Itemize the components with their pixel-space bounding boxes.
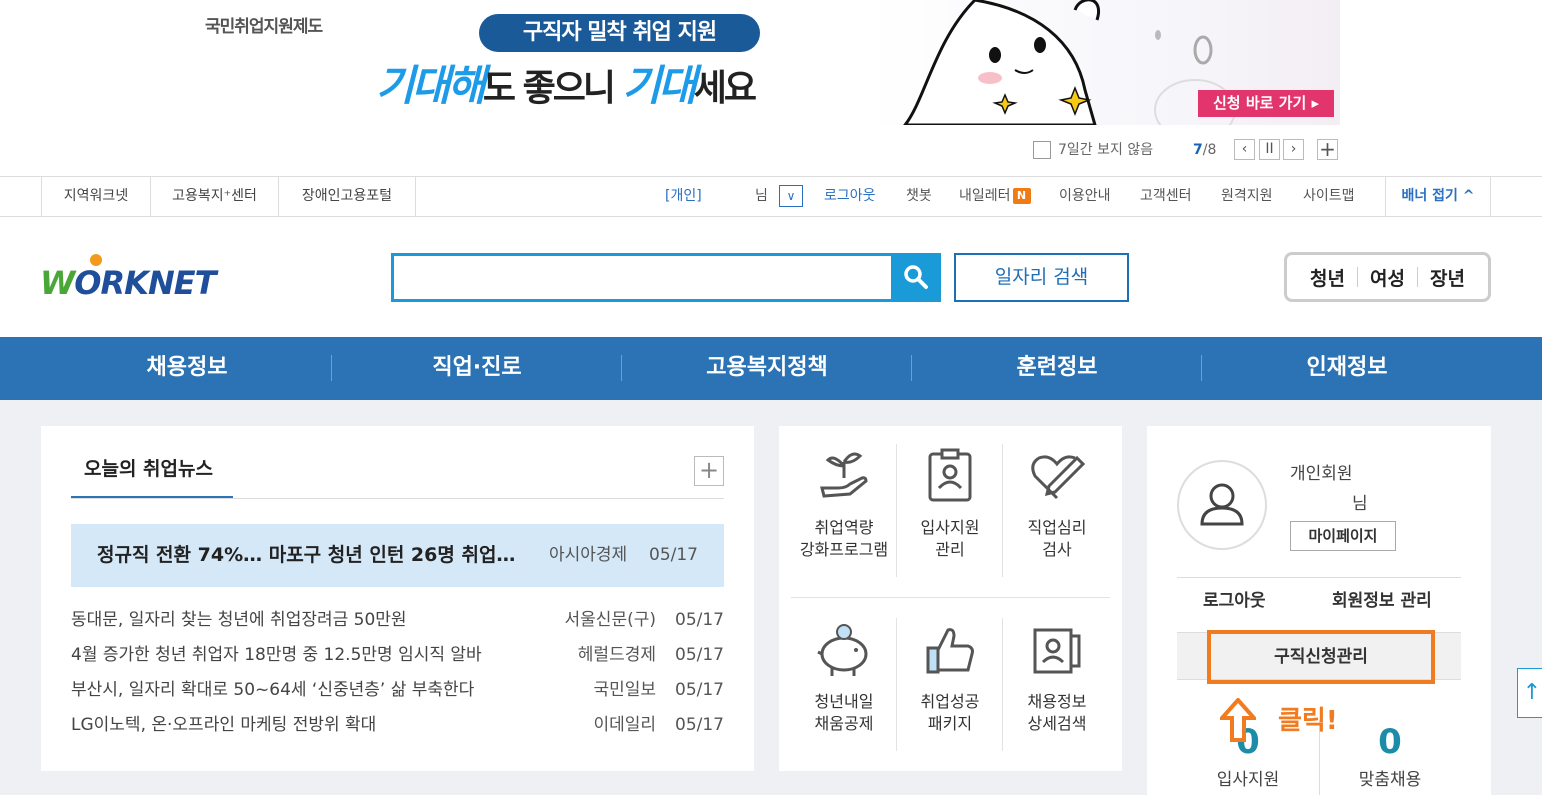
member-type-label: 개인회원 [1290, 464, 1353, 484]
logout-link[interactable]: 로그아웃 [824, 177, 876, 216]
stat-applications-label: 입사지원 [1216, 770, 1280, 790]
quick-success-package[interactable]: 취업성공 패키지 [898, 691, 1002, 735]
tab-middle-aged[interactable]: 장년 [1418, 264, 1477, 291]
mypage-button[interactable]: 마이페이지 [1290, 521, 1396, 551]
scroll-top-button[interactable]: ↑ [1517, 668, 1542, 718]
news-headline-date: 05/17 [649, 545, 698, 565]
quick-youth-savings[interactable]: 청년내일 채움공제 [792, 691, 896, 735]
avatar [1177, 460, 1267, 550]
stat-matched-label: 맞춤채용 [1358, 770, 1422, 790]
tab-women[interactable]: 여성 [1358, 264, 1417, 291]
banner-page-indicator: 7/8 [1193, 142, 1217, 158]
news-headline[interactable]: 정규직 전환 74%… 마포구 청년 인턴 26명 취업… 아시아경제 05/1… [71, 524, 724, 587]
main-nav: 채용정보 직업·진로 고용복지정책 훈련정보 인재정보 [0, 337, 1542, 400]
member-type: [개인] [665, 188, 702, 204]
utility-bar: 지역워크넷 고용복지⁺센터 장애인고용포털 [개인] 님 ∨ 로그아웃 챗봇 내… [0, 176, 1542, 217]
sitemap-link[interactable]: 사이트맵 [1303, 177, 1355, 216]
id-card-icon [920, 448, 980, 504]
sprout-hand-icon [814, 448, 874, 504]
myletter-link[interactable]: 내일레터 N [959, 177, 1031, 216]
banner-add-button[interactable]: + [1317, 139, 1338, 160]
thumbs-up-icon [920, 622, 980, 678]
banner-program-name: 국민취업지원제도 [205, 17, 323, 37]
logo-dot [90, 254, 102, 266]
banner-pause-button[interactable]: II [1259, 139, 1280, 160]
banner-pill: 구직자 밀착 취업 지원 [479, 14, 760, 52]
news-tab-today[interactable]: 오늘의 취업뉴스 [71, 456, 233, 499]
news-item[interactable]: 동대문, 일자리 찾는 청년에 취업장려금 50만원 서울신문(구) 05/17 [71, 605, 724, 635]
nav-training-info[interactable]: 훈련정보 [912, 337, 1202, 400]
link-disabled-employment-portal[interactable]: 장애인고용포털 [279, 177, 416, 216]
fold-banner-button[interactable]: 배너 접기 ^ [1385, 177, 1491, 216]
apply-manage-button[interactable]: 구직신청관리 [1207, 630, 1435, 684]
chatbot-link[interactable]: 챗봇 [906, 177, 932, 216]
news-more-button[interactable]: + [694, 456, 724, 486]
arrow-up-icon [1220, 698, 1256, 742]
age-group-tabs: 청년 여성 장년 [1284, 252, 1491, 302]
user-name-honorific: 님 [1352, 494, 1368, 514]
tab-youth[interactable]: 청년 [1298, 264, 1357, 291]
banner-headline: 기대해도 좋으니 기대세요 [376, 61, 757, 110]
news-item[interactable]: LG이노텍, 온·오프라인 마케팅 전방위 확대 이데일리 05/17 [71, 710, 724, 740]
search-icon [904, 265, 928, 289]
profile-manage-link[interactable]: 회원정보 관리 [1332, 586, 1432, 611]
banner-next-button[interactable]: › [1283, 139, 1304, 160]
link-employment-welfare-center[interactable]: 고용복지⁺센터 [151, 177, 279, 216]
support-link[interactable]: 고객센터 [1140, 177, 1192, 216]
user-honorific: 님 [755, 188, 768, 204]
quick-application-manage[interactable]: 입사지원 관리 [898, 517, 1002, 561]
user-logout-link[interactable]: 로그아웃 [1203, 586, 1266, 611]
stat-matched-count[interactable]: 0 [1320, 722, 1460, 762]
search-button[interactable] [891, 253, 941, 302]
link-regional-worknet[interactable]: 지역워크넷 [41, 177, 151, 216]
nav-talent-info[interactable]: 인재정보 [1202, 337, 1492, 400]
search-input[interactable] [391, 253, 941, 302]
guide-link[interactable]: 이용안내 [1059, 177, 1111, 216]
news-item[interactable]: 부산시, 일자리 확대로 50~64세 ‘신중년층’ 삶 부축한다 국민일보 05/… [71, 675, 724, 705]
hide-7days-checkbox[interactable] [1033, 141, 1051, 159]
promo-banner[interactable]: 국민취업지원제도 구직자 밀착 취업 지원 기대해도 좋으니 기대세요 신청 바… [0, 0, 1542, 125]
piggy-bank-icon [814, 622, 874, 678]
heart-pen-icon [1027, 448, 1087, 504]
quick-job-competency[interactable]: 취업역량 강화프로그램 [792, 517, 896, 561]
nav-job-career[interactable]: 직업·진로 [332, 337, 622, 400]
search-doc-icon [1027, 622, 1087, 678]
hide-7days-label[interactable]: 7일간 보지 않음 [1058, 137, 1153, 163]
new-badge: N [1012, 188, 1031, 204]
nav-welfare-policy[interactable]: 고용복지정책 [622, 337, 912, 400]
job-search-button[interactable]: 일자리 검색 [954, 253, 1129, 302]
news-headline-source: 아시아경제 [549, 545, 628, 565]
news-item[interactable]: 4월 증가한 청년 취업자 18만명 중 12.5만명 임시직 알바 헤럴드경제 0… [71, 640, 724, 670]
user-icon [1200, 483, 1244, 526]
remote-support-link[interactable]: 원격지원 [1221, 177, 1273, 216]
banner-apply-button[interactable]: 신청 바로 가기 ▸ [1198, 90, 1334, 117]
quick-psych-test[interactable]: 직업심리 검사 [1005, 517, 1109, 561]
quick-detail-search[interactable]: 채용정보 상세검색 [1005, 691, 1109, 735]
nav-recruitment-info[interactable]: 채용정보 [42, 337, 332, 400]
news-headline-title: 정규직 전환 74%… 마포구 청년 인턴 26명 취업… [97, 544, 516, 566]
user-dropdown-toggle[interactable]: ∨ [779, 185, 803, 207]
worknet-logo[interactable]: WORKNET [40, 254, 216, 302]
banner-prev-button[interactable]: ‹ [1234, 139, 1255, 160]
click-annotation: 클릭! [1278, 706, 1338, 736]
